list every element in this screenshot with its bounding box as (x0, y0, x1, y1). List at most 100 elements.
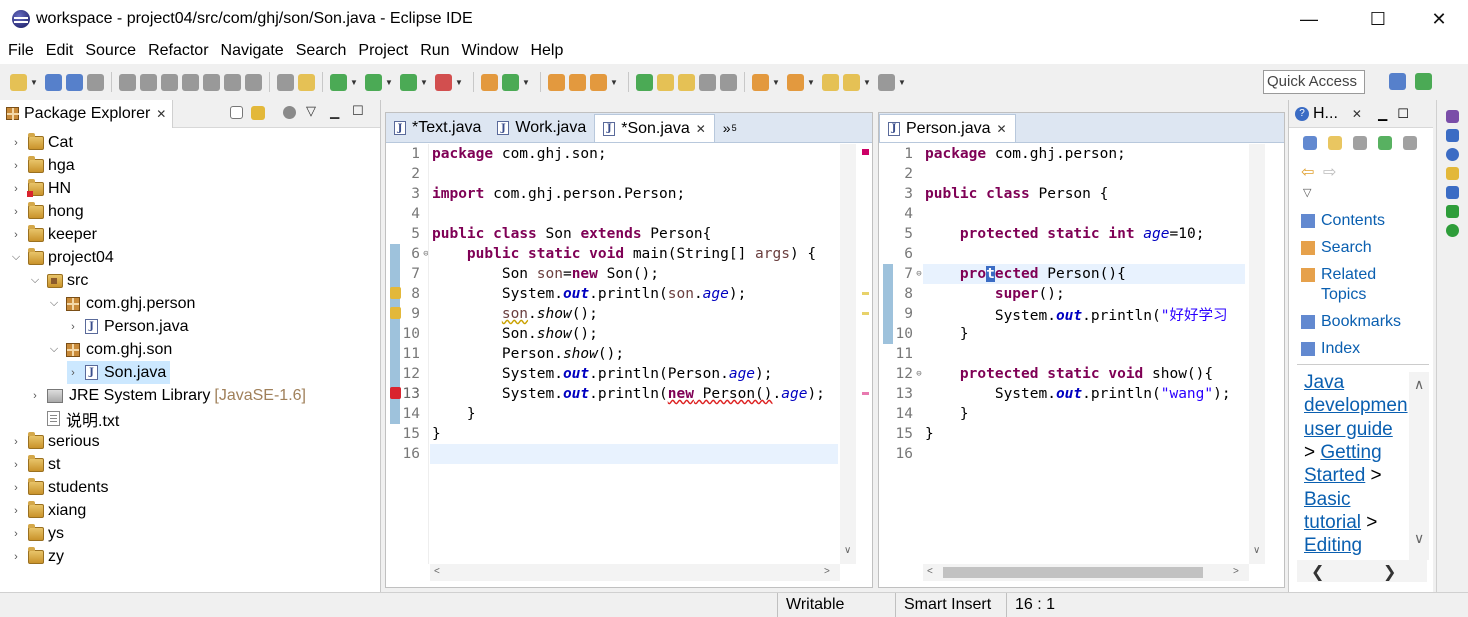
code-line[interactable]: 14 } (895, 404, 969, 424)
new-icon[interactable] (10, 73, 27, 91)
code-line[interactable]: 6 (895, 244, 925, 264)
tree-item[interactable]: ⌵ com.ghj.son (48, 338, 172, 361)
previous-annotation-icon[interactable] (787, 73, 804, 91)
save-all-icon[interactable] (66, 73, 83, 91)
help-sync-icon[interactable] (1378, 136, 1392, 150)
collapsed-arrow-icon[interactable]: › (10, 229, 22, 241)
close-icon[interactable]: ✕ (156, 107, 166, 121)
help-home-icon[interactable] (1303, 136, 1317, 150)
forward-arrow-icon[interactable]: ⇨ (1323, 162, 1336, 182)
code-line[interactable]: 7 ⊖ protected Person(){ (895, 264, 1126, 284)
open-type-icon[interactable] (548, 73, 565, 91)
help-breadcrumb-link[interactable]: Basic (1304, 489, 1350, 510)
warning-overview-marker[interactable] (862, 312, 869, 315)
vertical-scrollbar[interactable] (1249, 144, 1265, 564)
javadoc-view-icon[interactable] (1446, 148, 1459, 161)
skip-breakpoints-icon[interactable] (87, 73, 104, 91)
toggle-breadcrumb-icon[interactable] (636, 73, 653, 91)
problems-view-icon[interactable] (1446, 129, 1459, 142)
scroll-right-icon[interactable]: ❯ (1383, 562, 1396, 582)
warning-overview-marker[interactable] (862, 292, 869, 295)
step-return-icon[interactable] (245, 73, 262, 91)
tree-item[interactable]: › serious (10, 430, 100, 453)
collapsed-arrow-icon[interactable]: › (29, 390, 41, 402)
menu-search[interactable]: Search (292, 42, 351, 60)
disconnect-icon[interactable] (182, 73, 199, 91)
tree-item[interactable]: › J Son.java (67, 361, 171, 384)
link-with-editor-icon[interactable] (251, 106, 265, 120)
suspend-icon[interactable] (140, 73, 157, 91)
collapse-all-icon[interactable] (230, 106, 243, 119)
horizontal-scroll-thumb[interactable] (943, 567, 1203, 578)
word-wrap-icon[interactable] (699, 73, 716, 91)
horizontal-scrollbar[interactable] (430, 564, 840, 581)
expanded-arrow-icon[interactable]: ⌵ (29, 274, 41, 287)
code-line[interactable]: 11 Person.show(); (402, 344, 625, 364)
debug-icon[interactable] (330, 73, 347, 91)
code-line[interactable]: 8 super(); (895, 284, 1064, 304)
dropdown-arrow-icon[interactable]: ▼ (454, 74, 464, 91)
scroll-down-icon[interactable]: ∨ (844, 545, 851, 556)
help-breadcrumb-link[interactable]: developmen (1304, 395, 1408, 416)
code-line[interactable]: 13 System.out.println("wang"); (895, 384, 1231, 404)
expanded-arrow-icon[interactable]: ⌵ (48, 297, 60, 310)
code-line[interactable]: 10 Son.show(); (402, 324, 598, 344)
scroll-right-icon[interactable]: > (824, 566, 830, 577)
minimize-view-icon[interactable]: ▁ (330, 105, 339, 119)
editor-tab[interactable]: J Person.java ✕ (879, 114, 1016, 142)
help-tab[interactable]: ? H... ✕ ▁ ☐ (1289, 100, 1433, 128)
collapsed-arrow-icon[interactable]: › (10, 482, 22, 494)
tree-item[interactable]: › students (10, 476, 108, 499)
tree-item[interactable]: › keeper (10, 223, 97, 246)
close-icon[interactable]: ✕ (997, 122, 1007, 136)
forward-icon[interactable] (878, 73, 895, 91)
code-line[interactable]: 10 } (895, 324, 969, 344)
fold-toggle-icon[interactable]: ⊖ (913, 269, 925, 279)
declaration-view-icon[interactable] (1446, 167, 1459, 180)
help-link-index[interactable]: Index (1321, 340, 1360, 358)
error-overview-marker[interactable] (862, 392, 869, 395)
son-java-editor[interactable]: J *Text.java J Work.java J *Son.java ✕» 5 1 pack… (385, 112, 873, 588)
tree-item[interactable]: › JRE System Library [JavaSE-1.6] (29, 384, 306, 407)
close-icon[interactable]: ✕ (696, 122, 706, 136)
code-line[interactable]: 4 (895, 204, 925, 224)
code-line[interactable]: 7 Son son=new Son(); (402, 264, 659, 284)
scroll-left-icon[interactable]: < (434, 566, 440, 577)
coverage-icon[interactable] (400, 73, 417, 91)
code-line[interactable]: 11 (895, 344, 925, 364)
tree-item[interactable]: 说明.txt (29, 407, 119, 430)
terminate-icon[interactable] (161, 73, 178, 91)
help-menu-icon[interactable]: ▽ (1303, 186, 1311, 199)
collapsed-arrow-icon[interactable]: › (10, 505, 22, 517)
help-breadcrumb-link[interactable]: user guide (1304, 419, 1393, 440)
help-breadcrumb-link[interactable]: Getting (1320, 442, 1381, 463)
new-package-icon[interactable] (502, 73, 519, 91)
tree-item[interactable]: › hga (10, 154, 75, 177)
code-line[interactable]: 15} (402, 424, 441, 444)
help-breadcrumb-link[interactable]: tutorial (1304, 512, 1361, 533)
tree-item[interactable]: › st (10, 453, 60, 476)
focus-task-icon[interactable] (283, 106, 296, 119)
code-line[interactable]: 6 ⊖ public static void main(String[] args… (402, 244, 816, 264)
tree-item[interactable]: › J Person.java (67, 315, 188, 338)
scroll-down-icon[interactable]: ∨ (1414, 530, 1424, 547)
code-line[interactable]: 14 } (402, 404, 476, 424)
scroll-left-icon[interactable]: ❮ (1311, 562, 1324, 582)
help-link-bookmarks[interactable]: Bookmarks (1321, 313, 1401, 331)
tree-item[interactable]: › xiang (10, 499, 86, 522)
fold-toggle-icon[interactable]: ⊖ (420, 249, 432, 259)
menu-file[interactable]: File (4, 42, 38, 60)
collapsed-arrow-icon[interactable]: › (10, 160, 22, 172)
help-breadcrumb-link[interactable]: Editing (1304, 535, 1362, 556)
progress-view-icon[interactable] (1446, 205, 1459, 218)
last-edit-location-icon[interactable] (822, 73, 839, 91)
collapsed-arrow-icon[interactable]: › (10, 528, 22, 540)
collapsed-arrow-icon[interactable]: › (10, 206, 22, 218)
minimize-view-icon[interactable]: ▁ (1378, 107, 1387, 121)
dropdown-arrow-icon[interactable]: ▼ (862, 74, 872, 91)
maximize-button[interactable]: ☐ (1355, 0, 1401, 38)
collapsed-arrow-icon[interactable]: › (67, 321, 79, 333)
dropdown-arrow-icon[interactable]: ▼ (897, 74, 907, 91)
collapsed-arrow-icon[interactable]: › (10, 137, 22, 149)
code-line[interactable]: 15} (895, 424, 934, 444)
